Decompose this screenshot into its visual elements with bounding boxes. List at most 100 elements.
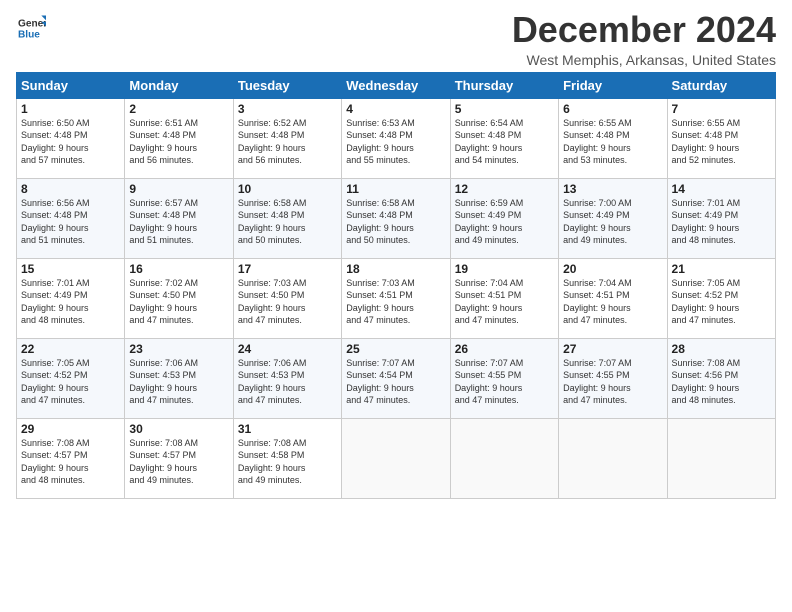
day-info: Sunrise: 6:53 AM Sunset: 4:48 PM Dayligh…	[346, 117, 445, 167]
calendar-week-2: 8Sunrise: 6:56 AM Sunset: 4:48 PM Daylig…	[17, 178, 776, 258]
header-day-sunday: Sunday	[17, 72, 125, 98]
calendar-cell: 17Sunrise: 7:03 AM Sunset: 4:50 PM Dayli…	[233, 258, 341, 338]
day-number: 29	[21, 422, 120, 436]
logo-icon: General Blue	[18, 14, 46, 42]
calendar-cell: 6Sunrise: 6:55 AM Sunset: 4:48 PM Daylig…	[559, 98, 667, 178]
day-info: Sunrise: 7:06 AM Sunset: 4:53 PM Dayligh…	[129, 357, 228, 407]
day-number: 15	[21, 262, 120, 276]
calendar-week-5: 29Sunrise: 7:08 AM Sunset: 4:57 PM Dayli…	[17, 418, 776, 498]
day-info: Sunrise: 7:08 AM Sunset: 4:57 PM Dayligh…	[21, 437, 120, 487]
calendar-table: SundayMondayTuesdayWednesdayThursdayFrid…	[16, 72, 776, 499]
day-info: Sunrise: 7:05 AM Sunset: 4:52 PM Dayligh…	[672, 277, 771, 327]
day-number: 16	[129, 262, 228, 276]
day-info: Sunrise: 7:06 AM Sunset: 4:53 PM Dayligh…	[238, 357, 337, 407]
day-number: 21	[672, 262, 771, 276]
day-info: Sunrise: 6:55 AM Sunset: 4:48 PM Dayligh…	[672, 117, 771, 167]
calendar-cell: 2Sunrise: 6:51 AM Sunset: 4:48 PM Daylig…	[125, 98, 233, 178]
day-number: 22	[21, 342, 120, 356]
day-info: Sunrise: 7:01 AM Sunset: 4:49 PM Dayligh…	[672, 197, 771, 247]
calendar-week-3: 15Sunrise: 7:01 AM Sunset: 4:49 PM Dayli…	[17, 258, 776, 338]
calendar-cell: 26Sunrise: 7:07 AM Sunset: 4:55 PM Dayli…	[450, 338, 558, 418]
calendar-cell: 10Sunrise: 6:58 AM Sunset: 4:48 PM Dayli…	[233, 178, 341, 258]
title-block: December 2024 West Memphis, Arkansas, Un…	[512, 10, 776, 68]
calendar-cell: 18Sunrise: 7:03 AM Sunset: 4:51 PM Dayli…	[342, 258, 450, 338]
header-day-friday: Friday	[559, 72, 667, 98]
calendar-cell: 8Sunrise: 6:56 AM Sunset: 4:48 PM Daylig…	[17, 178, 125, 258]
calendar-cell: 15Sunrise: 7:01 AM Sunset: 4:49 PM Dayli…	[17, 258, 125, 338]
day-info: Sunrise: 6:51 AM Sunset: 4:48 PM Dayligh…	[129, 117, 228, 167]
calendar-cell	[450, 418, 558, 498]
day-info: Sunrise: 7:08 AM Sunset: 4:57 PM Dayligh…	[129, 437, 228, 487]
day-number: 11	[346, 182, 445, 196]
day-number: 19	[455, 262, 554, 276]
calendar-cell: 13Sunrise: 7:00 AM Sunset: 4:49 PM Dayli…	[559, 178, 667, 258]
calendar-cell: 28Sunrise: 7:08 AM Sunset: 4:56 PM Dayli…	[667, 338, 775, 418]
day-number: 26	[455, 342, 554, 356]
day-info: Sunrise: 6:58 AM Sunset: 4:48 PM Dayligh…	[346, 197, 445, 247]
day-number: 25	[346, 342, 445, 356]
day-info: Sunrise: 7:03 AM Sunset: 4:50 PM Dayligh…	[238, 277, 337, 327]
day-number: 1	[21, 102, 120, 116]
day-number: 28	[672, 342, 771, 356]
day-info: Sunrise: 6:52 AM Sunset: 4:48 PM Dayligh…	[238, 117, 337, 167]
calendar-cell: 14Sunrise: 7:01 AM Sunset: 4:49 PM Dayli…	[667, 178, 775, 258]
calendar-cell: 11Sunrise: 6:58 AM Sunset: 4:48 PM Dayli…	[342, 178, 450, 258]
calendar-cell: 16Sunrise: 7:02 AM Sunset: 4:50 PM Dayli…	[125, 258, 233, 338]
logo: General Blue	[16, 14, 46, 47]
calendar-cell: 24Sunrise: 7:06 AM Sunset: 4:53 PM Dayli…	[233, 338, 341, 418]
day-number: 23	[129, 342, 228, 356]
calendar-cell: 3Sunrise: 6:52 AM Sunset: 4:48 PM Daylig…	[233, 98, 341, 178]
svg-text:Blue: Blue	[18, 29, 40, 40]
calendar-cell: 22Sunrise: 7:05 AM Sunset: 4:52 PM Dayli…	[17, 338, 125, 418]
day-info: Sunrise: 7:08 AM Sunset: 4:56 PM Dayligh…	[672, 357, 771, 407]
day-info: Sunrise: 7:07 AM Sunset: 4:55 PM Dayligh…	[563, 357, 662, 407]
header-day-saturday: Saturday	[667, 72, 775, 98]
day-number: 27	[563, 342, 662, 356]
day-number: 6	[563, 102, 662, 116]
day-info: Sunrise: 6:54 AM Sunset: 4:48 PM Dayligh…	[455, 117, 554, 167]
day-info: Sunrise: 7:04 AM Sunset: 4:51 PM Dayligh…	[455, 277, 554, 327]
calendar-cell: 4Sunrise: 6:53 AM Sunset: 4:48 PM Daylig…	[342, 98, 450, 178]
calendar-cell: 21Sunrise: 7:05 AM Sunset: 4:52 PM Dayli…	[667, 258, 775, 338]
calendar-cell: 30Sunrise: 7:08 AM Sunset: 4:57 PM Dayli…	[125, 418, 233, 498]
day-number: 30	[129, 422, 228, 436]
calendar-body: 1Sunrise: 6:50 AM Sunset: 4:48 PM Daylig…	[17, 98, 776, 498]
calendar-cell	[559, 418, 667, 498]
day-number: 31	[238, 422, 337, 436]
day-info: Sunrise: 7:07 AM Sunset: 4:55 PM Dayligh…	[455, 357, 554, 407]
day-info: Sunrise: 6:55 AM Sunset: 4:48 PM Dayligh…	[563, 117, 662, 167]
day-number: 10	[238, 182, 337, 196]
day-number: 18	[346, 262, 445, 276]
day-number: 17	[238, 262, 337, 276]
header-day-monday: Monday	[125, 72, 233, 98]
day-number: 20	[563, 262, 662, 276]
calendar-cell: 1Sunrise: 6:50 AM Sunset: 4:48 PM Daylig…	[17, 98, 125, 178]
day-number: 5	[455, 102, 554, 116]
calendar-cell: 25Sunrise: 7:07 AM Sunset: 4:54 PM Dayli…	[342, 338, 450, 418]
day-info: Sunrise: 7:03 AM Sunset: 4:51 PM Dayligh…	[346, 277, 445, 327]
day-info: Sunrise: 7:07 AM Sunset: 4:54 PM Dayligh…	[346, 357, 445, 407]
header-day-thursday: Thursday	[450, 72, 558, 98]
month-title: December 2024	[512, 10, 776, 50]
day-info: Sunrise: 7:08 AM Sunset: 4:58 PM Dayligh…	[238, 437, 337, 487]
day-number: 4	[346, 102, 445, 116]
calendar-cell: 27Sunrise: 7:07 AM Sunset: 4:55 PM Dayli…	[559, 338, 667, 418]
header-day-wednesday: Wednesday	[342, 72, 450, 98]
calendar-week-4: 22Sunrise: 7:05 AM Sunset: 4:52 PM Dayli…	[17, 338, 776, 418]
calendar-cell: 20Sunrise: 7:04 AM Sunset: 4:51 PM Dayli…	[559, 258, 667, 338]
day-info: Sunrise: 7:05 AM Sunset: 4:52 PM Dayligh…	[21, 357, 120, 407]
day-number: 9	[129, 182, 228, 196]
calendar-cell: 19Sunrise: 7:04 AM Sunset: 4:51 PM Dayli…	[450, 258, 558, 338]
calendar-cell: 23Sunrise: 7:06 AM Sunset: 4:53 PM Dayli…	[125, 338, 233, 418]
calendar-week-1: 1Sunrise: 6:50 AM Sunset: 4:48 PM Daylig…	[17, 98, 776, 178]
day-number: 7	[672, 102, 771, 116]
header: General Blue December 2024 West Memphis,…	[16, 10, 776, 68]
day-number: 13	[563, 182, 662, 196]
day-number: 12	[455, 182, 554, 196]
calendar-cell: 31Sunrise: 7:08 AM Sunset: 4:58 PM Dayli…	[233, 418, 341, 498]
day-info: Sunrise: 7:02 AM Sunset: 4:50 PM Dayligh…	[129, 277, 228, 327]
day-number: 8	[21, 182, 120, 196]
day-number: 14	[672, 182, 771, 196]
calendar-cell	[667, 418, 775, 498]
calendar-cell: 29Sunrise: 7:08 AM Sunset: 4:57 PM Dayli…	[17, 418, 125, 498]
